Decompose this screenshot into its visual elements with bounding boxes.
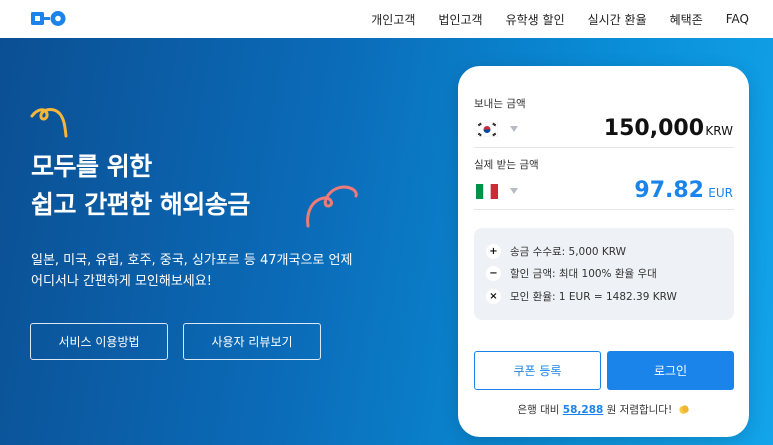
fee-rate-text: 모인 환율: 1 EUR = 1482.39 KRW (510, 291, 677, 303)
send-amount-label: 보내는 금액 (474, 98, 526, 110)
top-header: 개인고객 법인고객 유학생 할인 실시간 환율 혜택존 FAQ (0, 0, 773, 38)
italy-flag-icon[interactable] (476, 184, 498, 199)
savings-note: 은행 대비 58,288 원 저렴합니다! (458, 402, 749, 417)
moin-logo[interactable] (31, 10, 67, 27)
plus-icon: + (486, 244, 501, 259)
nav-personal[interactable]: 개인고객 (371, 11, 415, 28)
pink-swirl-icon (306, 185, 358, 228)
receive-currency-code: EUR (708, 186, 733, 200)
subtext-line-2: 어디서나 간편하게 모인해보세요! (31, 274, 212, 289)
receive-amount-label: 실제 받는 금액 (474, 159, 539, 171)
receive-amount-row: 97.82 EUR (474, 176, 734, 210)
nav-student-discount[interactable]: 유학생 할인 (506, 11, 565, 28)
clapping-hands-icon (678, 405, 689, 414)
fee-row-rate: × 모인 환율: 1 EUR = 1482.39 KRW (486, 289, 677, 304)
login-button[interactable]: 로그인 (607, 351, 734, 390)
nav-benefits[interactable]: 혜택존 (670, 11, 703, 28)
fee-commission-text: 송금 수수료: 5,000 KRW (510, 246, 627, 258)
fee-row-discount: − 할인 금액: 최대 100% 환율 우대 (486, 266, 657, 281)
send-amount-row: 150,000 KRW (474, 114, 734, 148)
receive-amount-value: 97.82 (634, 178, 704, 203)
remittance-calculator-card: 보내는 금액 150,000 KRW 실제 받는 금액 97.82 EUR + … (458, 66, 749, 437)
service-guide-button[interactable]: 서비스 이용방법 (30, 323, 168, 360)
multiply-icon: × (486, 289, 501, 304)
hero-headline: 모두를 위한 쉽고 간편한 해외송금 (31, 148, 250, 224)
nav-business[interactable]: 법인고객 (438, 11, 482, 28)
fee-discount-text: 할인 금액: 최대 100% 환율 우대 (510, 268, 657, 280)
receive-currency-dropdown-icon[interactable] (510, 188, 518, 194)
fee-row-commission: + 송금 수수료: 5,000 KRW (486, 244, 626, 259)
fee-breakdown-box: + 송금 수수료: 5,000 KRW − 할인 금액: 최대 100% 환율 … (474, 228, 734, 320)
send-currency-code: KRW (705, 124, 733, 138)
send-currency-dropdown-icon[interactable] (510, 126, 518, 132)
savings-prefix: 은행 대비 (517, 404, 560, 416)
headline-line-2: 쉽고 간편한 해외송금 (31, 190, 250, 219)
savings-suffix: 원 저렴합니다! (606, 404, 673, 416)
user-reviews-button[interactable]: 사용자 리뷰보기 (183, 323, 321, 360)
coupon-register-button[interactable]: 쿠폰 등록 (474, 351, 601, 390)
nav-realtime-rate[interactable]: 실시간 환율 (588, 11, 647, 28)
yellow-swirl-icon (30, 108, 68, 138)
subtext-line-1: 일본, 미국, 유럽, 호주, 중국, 싱가포르 등 47개국으로 언제 (31, 253, 353, 268)
korea-flag-icon[interactable] (476, 122, 498, 137)
savings-amount[interactable]: 58,288 (563, 404, 604, 416)
nav-faq[interactable]: FAQ (726, 12, 749, 26)
minus-icon: − (486, 266, 501, 281)
headline-line-1: 모두를 위한 (31, 152, 152, 181)
send-amount-value[interactable]: 150,000 (604, 116, 704, 141)
main-nav: 개인고객 법인고객 유학생 할인 실시간 환율 혜택존 FAQ (348, 0, 749, 38)
hero-subtext: 일본, 미국, 유럽, 호주, 중국, 싱가포르 등 47개국으로 언제 어디서… (31, 250, 352, 292)
